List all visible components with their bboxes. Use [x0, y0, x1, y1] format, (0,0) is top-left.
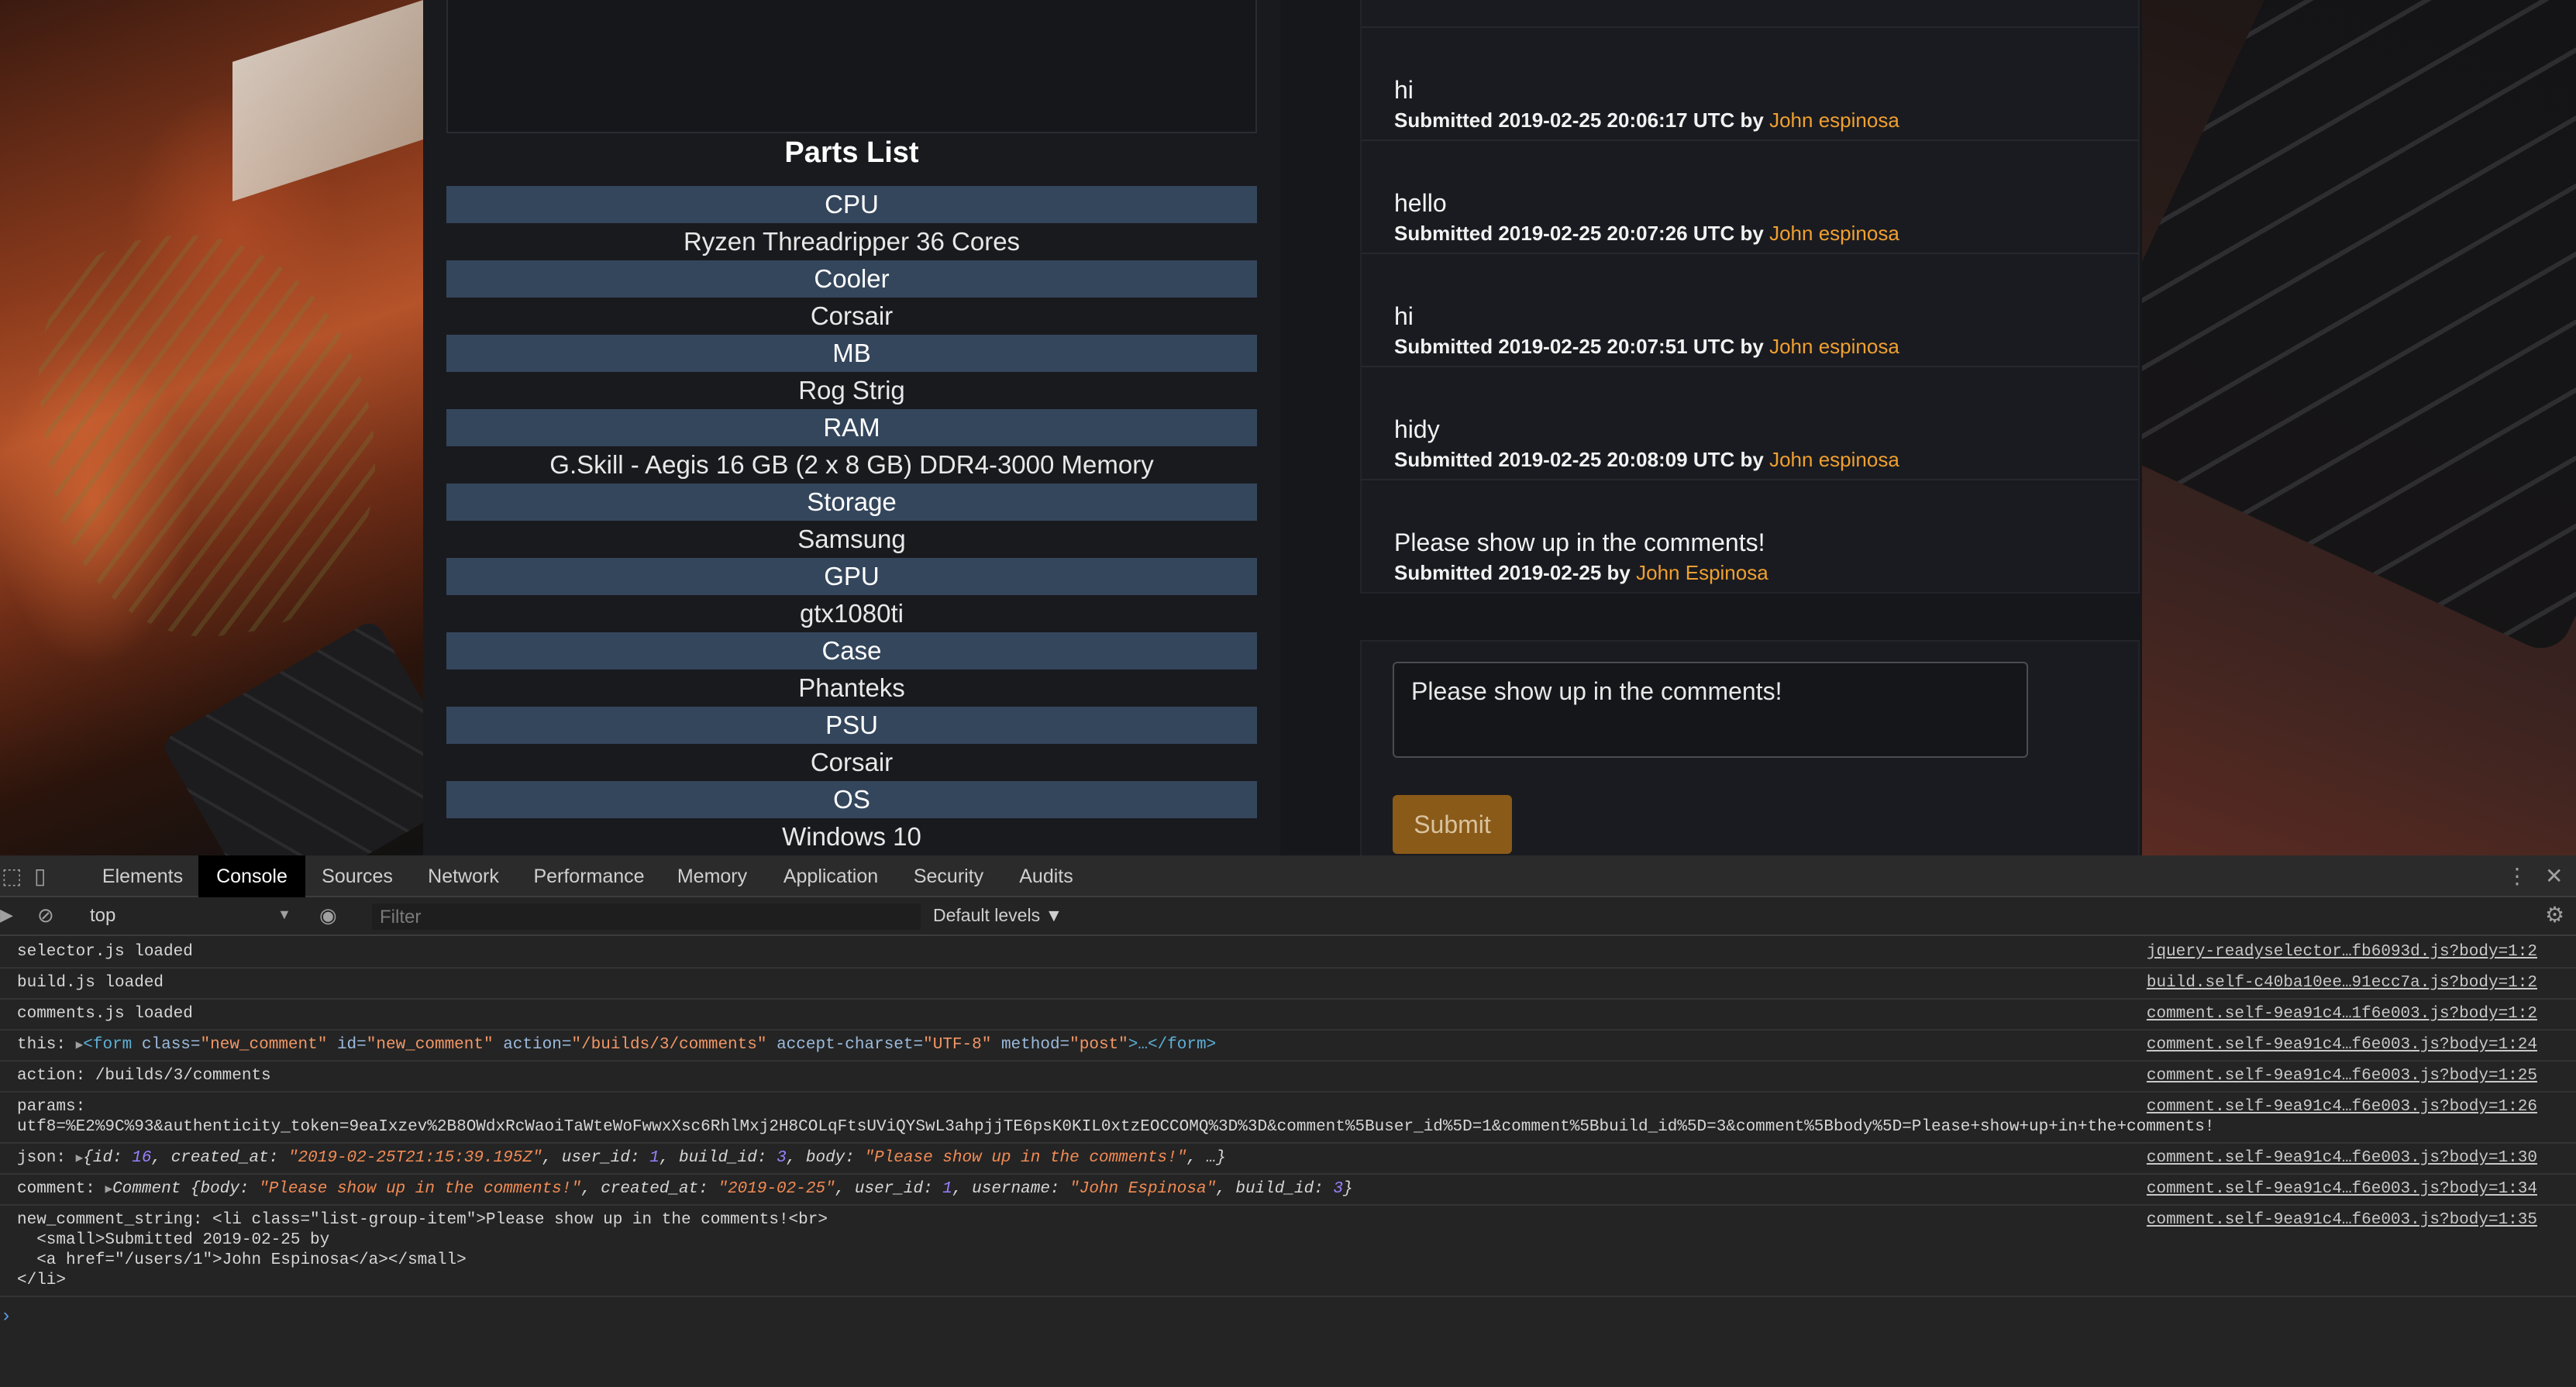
devtools-panel: ⬚ ▯ Elements Console Sources Network Per… — [0, 855, 2576, 1387]
source-link[interactable]: comment.self-9ea91c4…1f6e003.js?body=1:2 — [2147, 1004, 2537, 1024]
list-item: hello Submitted 2019-02-25 20:07:26 UTC … — [1362, 139, 2138, 253]
part-value-storage: Samsung — [797, 525, 906, 553]
comment-body: hi — [1394, 302, 1414, 330]
clear-console-icon[interactable]: ⊘ — [37, 903, 54, 927]
log-row: new_comment_string: <li class="list-grou… — [0, 1206, 2576, 1297]
comments-column: hi Submitted 2019-02-25 20:06:17 UTC by … — [1280, 0, 2142, 855]
comment-author-link[interactable]: John espinosa — [1769, 448, 1899, 471]
part-value-ram: G.Skill - Aegis 16 GB (2 x 8 GB) DDR4-30… — [549, 450, 1154, 479]
chevron-down-icon: ▼ — [277, 907, 291, 922]
part-value-cpu: Ryzen Threadripper 36 Cores — [683, 227, 1021, 256]
comment-author-link[interactable]: John espinosa — [1769, 222, 1899, 245]
log-row: comments.js loaded comment.self-9ea91c4…1… — [0, 1000, 2576, 1031]
comment-meta: Submitted 2019-02-25 20:07:51 UTC by Joh… — [1394, 335, 1899, 358]
part-label-cooler: Cooler — [446, 260, 1257, 298]
list-item: hi Submitted 2019-02-25 20:06:17 UTC by … — [1362, 26, 2138, 139]
log-row: build.js loaded build.self-c40ba10ee…91ec… — [0, 969, 2576, 1000]
source-link[interactable]: comment.self-9ea91c4…f6e003.js?body=1:35 — [2147, 1210, 2537, 1230]
part-value-gpu: gtx1080ti — [800, 599, 904, 628]
part-value-os: Windows 10 — [782, 822, 921, 851]
parts-column: Parts List CPU Ryzen Threadripper 36 Cor… — [423, 0, 1280, 855]
parts-list: CPU Ryzen Threadripper 36 Cores Cooler C… — [446, 186, 1257, 855]
background-photo-left — [0, 0, 476, 855]
tab-security[interactable]: Security — [902, 855, 995, 897]
expand-triangle-icon[interactable]: ▶ — [76, 1151, 84, 1165]
comment-textarea[interactable]: Please show up in the comments! — [1393, 662, 2028, 758]
part-value-cooler: Corsair — [810, 301, 894, 330]
comment-body: hidy — [1394, 415, 1440, 443]
devtools-tab-bar: ⬚ ▯ Elements Console Sources Network Per… — [0, 855, 2576, 897]
list-item: hidy Submitted 2019-02-25 20:08:09 UTC b… — [1362, 366, 2138, 479]
tab-console[interactable]: Console — [198, 855, 305, 897]
comment-author-link[interactable]: John espinosa — [1769, 108, 1899, 132]
comment-meta: Submitted 2019-02-25 by John Espinosa — [1394, 561, 1768, 584]
part-value-psu: Corsair — [810, 748, 894, 776]
source-link[interactable]: comment.self-9ea91c4…f6e003.js?body=1:34 — [2147, 1179, 2537, 1199]
log-row: this: ▶<form class="new_comment" id="new… — [0, 1031, 2576, 1062]
part-label-os: OS — [446, 781, 1257, 818]
log-row: params: utf8=%E2%9C%93&authenticity_toke… — [0, 1093, 2576, 1144]
part-value-case: Phanteks — [798, 673, 905, 702]
comment-meta: Submitted 2019-02-25 20:08:09 UTC by Joh… — [1394, 448, 1899, 471]
gear-icon[interactable]: ⚙ — [2545, 903, 2564, 927]
log-row: comment: ▶Comment {body: "Please show up… — [0, 1175, 2576, 1206]
source-link[interactable]: comment.self-9ea91c4…f6e003.js?body=1:26 — [2147, 1097, 2537, 1117]
parts-list-title: Parts List — [784, 136, 919, 169]
expand-triangle-icon[interactable]: ▶ — [105, 1182, 112, 1196]
comment-author-link[interactable]: John espinosa — [1769, 335, 1899, 358]
source-link[interactable]: comment.self-9ea91c4…f6e003.js?body=1:24 — [2147, 1035, 2537, 1055]
log-row: selector.js loaded jquery-readyselector…f… — [0, 938, 2576, 969]
part-label-gpu: GPU — [446, 558, 1257, 595]
part-label-storage: Storage — [446, 484, 1257, 521]
part-label-cpu: CPU — [446, 186, 1257, 223]
source-link[interactable]: comment.self-9ea91c4…f6e003.js?body=1:25 — [2147, 1066, 2537, 1086]
comments-list: hi Submitted 2019-02-25 20:06:17 UTC by … — [1360, 0, 2140, 594]
tab-memory[interactable]: Memory — [666, 855, 758, 897]
web-page: Parts List CPU Ryzen Threadripper 36 Cor… — [0, 0, 2576, 855]
comment-meta: Submitted 2019-02-25 20:07:26 UTC by Joh… — [1394, 222, 1899, 245]
comment-body: hello — [1394, 189, 1447, 217]
comment-form: Please show up in the comments! Submit — [1360, 640, 2140, 855]
tab-audits[interactable]: Audits — [1007, 855, 1085, 897]
tab-application[interactable]: Application — [772, 855, 890, 897]
background-photo-right — [2064, 0, 2576, 855]
filter-input[interactable]: Filter — [372, 903, 921, 930]
part-label-mb: MB — [446, 335, 1257, 372]
eye-icon[interactable]: ◉ — [319, 903, 337, 927]
list-item — [1362, 0, 2138, 26]
sidebar-toggle-icon[interactable]: ▶ — [0, 903, 13, 927]
tab-sources[interactable]: Sources — [310, 855, 405, 897]
close-icon[interactable]: ✕ — [2545, 865, 2563, 888]
comment-author-link[interactable]: John Espinosa — [1636, 561, 1768, 584]
part-label-ram: RAM — [446, 409, 1257, 446]
console-toolbar: ▶ ⊘ top ▼ ◉ Filter Default levels ▼ ⚙ — [0, 897, 2576, 936]
device-toolbar-icon[interactable]: ▯ — [34, 865, 46, 888]
source-link[interactable]: build.self-c40ba10ee…91ecc7a.js?body=1:2 — [2147, 973, 2537, 993]
context-selector[interactable]: top — [90, 905, 115, 927]
console-log: selector.js loaded jquery-readyselector…f… — [0, 938, 2576, 1297]
inspect-element-icon[interactable]: ⬚ — [2, 865, 22, 888]
tab-network[interactable]: Network — [415, 855, 511, 897]
list-item: hi Submitted 2019-02-25 20:07:51 UTC by … — [1362, 253, 2138, 366]
log-row: action: /builds/3/comments comment.self-9… — [0, 1062, 2576, 1093]
console-prompt[interactable]: › — [0, 1305, 9, 1327]
part-label-psu: PSU — [446, 707, 1257, 744]
expand-triangle-icon[interactable]: ▶ — [76, 1038, 84, 1052]
more-options-icon[interactable]: ⋮ — [2506, 865, 2528, 888]
part-label-case: Case — [446, 632, 1257, 669]
comment-meta: Submitted 2019-02-25 20:06:17 UTC by Joh… — [1394, 108, 1899, 132]
source-link[interactable]: comment.self-9ea91c4…f6e003.js?body=1:30 — [2147, 1148, 2537, 1168]
source-link[interactable]: jquery-readyselector…fb6093d.js?body=1:2 — [2147, 942, 2537, 962]
list-item: Please show up in the comments! Submitte… — [1362, 479, 2138, 592]
comment-body: Please show up in the comments! — [1394, 528, 1765, 556]
build-image-box — [446, 0, 1257, 133]
tab-elements[interactable]: Elements — [91, 855, 194, 897]
submit-button[interactable]: Submit — [1393, 795, 1512, 854]
log-row: json: ▶{id: 16, created_at: "2019-02-25T… — [0, 1144, 2576, 1175]
part-value-mb: Rog Strig — [798, 376, 905, 404]
tab-performance[interactable]: Performance — [524, 855, 654, 897]
comment-body: hi — [1394, 76, 1414, 104]
log-levels-dropdown[interactable]: Default levels ▼ — [933, 905, 1062, 926]
